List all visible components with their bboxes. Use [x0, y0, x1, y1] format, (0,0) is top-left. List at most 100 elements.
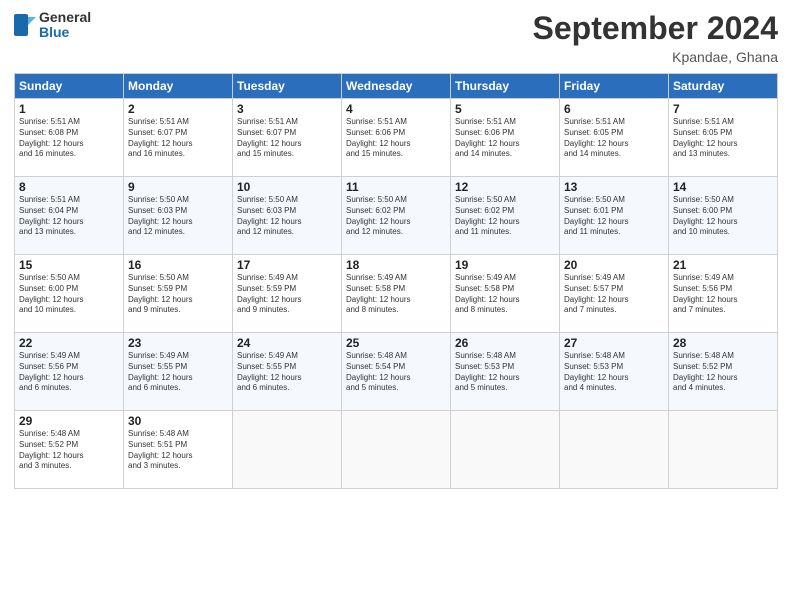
day-info: Sunrise: 5:50 AM Sunset: 6:01 PM Dayligh… [564, 195, 664, 238]
table-row: 7Sunrise: 5:51 AM Sunset: 6:05 PM Daylig… [669, 99, 778, 177]
day-number: 2 [128, 102, 228, 116]
day-number: 27 [564, 336, 664, 350]
day-info: Sunrise: 5:49 AM Sunset: 5:55 PM Dayligh… [128, 351, 228, 394]
day-number: 5 [455, 102, 555, 116]
col-wednesday: Wednesday [342, 74, 451, 99]
table-row [669, 411, 778, 489]
month-title: September 2024 [533, 10, 778, 47]
calendar-row-5: 29Sunrise: 5:48 AM Sunset: 5:52 PM Dayli… [15, 411, 778, 489]
table-row: 12Sunrise: 5:50 AM Sunset: 6:02 PM Dayli… [451, 177, 560, 255]
table-row: 8Sunrise: 5:51 AM Sunset: 6:04 PM Daylig… [15, 177, 124, 255]
col-thursday: Thursday [451, 74, 560, 99]
day-info: Sunrise: 5:50 AM Sunset: 6:00 PM Dayligh… [673, 195, 773, 238]
day-info: Sunrise: 5:49 AM Sunset: 5:59 PM Dayligh… [237, 273, 337, 316]
day-info: Sunrise: 5:49 AM Sunset: 5:55 PM Dayligh… [237, 351, 337, 394]
day-info: Sunrise: 5:51 AM Sunset: 6:05 PM Dayligh… [673, 117, 773, 160]
day-number: 19 [455, 258, 555, 272]
calendar-table: Sunday Monday Tuesday Wednesday Thursday… [14, 73, 778, 489]
day-info: Sunrise: 5:51 AM Sunset: 6:06 PM Dayligh… [455, 117, 555, 160]
day-info: Sunrise: 5:51 AM Sunset: 6:07 PM Dayligh… [237, 117, 337, 160]
day-number: 14 [673, 180, 773, 194]
day-info: Sunrise: 5:50 AM Sunset: 6:02 PM Dayligh… [455, 195, 555, 238]
day-info: Sunrise: 5:49 AM Sunset: 5:56 PM Dayligh… [673, 273, 773, 316]
table-row: 20Sunrise: 5:49 AM Sunset: 5:57 PM Dayli… [560, 255, 669, 333]
table-row: 2Sunrise: 5:51 AM Sunset: 6:07 PM Daylig… [124, 99, 233, 177]
day-number: 13 [564, 180, 664, 194]
table-row: 15Sunrise: 5:50 AM Sunset: 6:00 PM Dayli… [15, 255, 124, 333]
day-info: Sunrise: 5:48 AM Sunset: 5:52 PM Dayligh… [19, 429, 119, 472]
table-row [560, 411, 669, 489]
day-number: 16 [128, 258, 228, 272]
table-row: 19Sunrise: 5:49 AM Sunset: 5:58 PM Dayli… [451, 255, 560, 333]
day-number: 29 [19, 414, 119, 428]
table-row: 9Sunrise: 5:50 AM Sunset: 6:03 PM Daylig… [124, 177, 233, 255]
table-row: 29Sunrise: 5:48 AM Sunset: 5:52 PM Dayli… [15, 411, 124, 489]
col-sunday: Sunday [15, 74, 124, 99]
col-monday: Monday [124, 74, 233, 99]
day-number: 15 [19, 258, 119, 272]
day-number: 9 [128, 180, 228, 194]
day-info: Sunrise: 5:48 AM Sunset: 5:54 PM Dayligh… [346, 351, 446, 394]
table-row: 13Sunrise: 5:50 AM Sunset: 6:01 PM Dayli… [560, 177, 669, 255]
table-row: 24Sunrise: 5:49 AM Sunset: 5:55 PM Dayli… [233, 333, 342, 411]
day-info: Sunrise: 5:50 AM Sunset: 6:02 PM Dayligh… [346, 195, 446, 238]
table-row: 17Sunrise: 5:49 AM Sunset: 5:59 PM Dayli… [233, 255, 342, 333]
day-info: Sunrise: 5:49 AM Sunset: 5:56 PM Dayligh… [19, 351, 119, 394]
calendar-row-1: 1Sunrise: 5:51 AM Sunset: 6:08 PM Daylig… [15, 99, 778, 177]
day-number: 30 [128, 414, 228, 428]
table-row: 14Sunrise: 5:50 AM Sunset: 6:00 PM Dayli… [669, 177, 778, 255]
day-number: 1 [19, 102, 119, 116]
day-info: Sunrise: 5:48 AM Sunset: 5:53 PM Dayligh… [455, 351, 555, 394]
day-info: Sunrise: 5:50 AM Sunset: 6:03 PM Dayligh… [128, 195, 228, 238]
day-info: Sunrise: 5:48 AM Sunset: 5:53 PM Dayligh… [564, 351, 664, 394]
calendar-row-2: 8Sunrise: 5:51 AM Sunset: 6:04 PM Daylig… [15, 177, 778, 255]
day-info: Sunrise: 5:49 AM Sunset: 5:57 PM Dayligh… [564, 273, 664, 316]
day-info: Sunrise: 5:50 AM Sunset: 5:59 PM Dayligh… [128, 273, 228, 316]
table-row: 3Sunrise: 5:51 AM Sunset: 6:07 PM Daylig… [233, 99, 342, 177]
table-row: 28Sunrise: 5:48 AM Sunset: 5:52 PM Dayli… [669, 333, 778, 411]
calendar-row-4: 22Sunrise: 5:49 AM Sunset: 5:56 PM Dayli… [15, 333, 778, 411]
table-row: 4Sunrise: 5:51 AM Sunset: 6:06 PM Daylig… [342, 99, 451, 177]
day-number: 25 [346, 336, 446, 350]
page-header: General Blue September 2024 Kpandae, Gha… [14, 10, 778, 65]
day-number: 18 [346, 258, 446, 272]
day-number: 12 [455, 180, 555, 194]
day-info: Sunrise: 5:51 AM Sunset: 6:08 PM Dayligh… [19, 117, 119, 160]
table-row: 25Sunrise: 5:48 AM Sunset: 5:54 PM Dayli… [342, 333, 451, 411]
table-row [451, 411, 560, 489]
table-row: 27Sunrise: 5:48 AM Sunset: 5:53 PM Dayli… [560, 333, 669, 411]
day-info: Sunrise: 5:51 AM Sunset: 6:07 PM Dayligh… [128, 117, 228, 160]
table-row: 30Sunrise: 5:48 AM Sunset: 5:51 PM Dayli… [124, 411, 233, 489]
day-number: 4 [346, 102, 446, 116]
day-number: 22 [19, 336, 119, 350]
day-number: 10 [237, 180, 337, 194]
calendar-row-3: 15Sunrise: 5:50 AM Sunset: 6:00 PM Dayli… [15, 255, 778, 333]
col-tuesday: Tuesday [233, 74, 342, 99]
logo: General Blue [14, 10, 91, 41]
day-info: Sunrise: 5:49 AM Sunset: 5:58 PM Dayligh… [346, 273, 446, 316]
table-row: 10Sunrise: 5:50 AM Sunset: 6:03 PM Dayli… [233, 177, 342, 255]
table-row: 1Sunrise: 5:51 AM Sunset: 6:08 PM Daylig… [15, 99, 124, 177]
day-info: Sunrise: 5:49 AM Sunset: 5:58 PM Dayligh… [455, 273, 555, 316]
col-friday: Friday [560, 74, 669, 99]
day-number: 17 [237, 258, 337, 272]
day-number: 21 [673, 258, 773, 272]
day-number: 11 [346, 180, 446, 194]
title-block: September 2024 Kpandae, Ghana [533, 10, 778, 65]
day-info: Sunrise: 5:48 AM Sunset: 5:52 PM Dayligh… [673, 351, 773, 394]
location: Kpandae, Ghana [533, 49, 778, 65]
day-number: 8 [19, 180, 119, 194]
day-number: 20 [564, 258, 664, 272]
day-info: Sunrise: 5:50 AM Sunset: 6:03 PM Dayligh… [237, 195, 337, 238]
table-row: 16Sunrise: 5:50 AM Sunset: 5:59 PM Dayli… [124, 255, 233, 333]
table-row: 11Sunrise: 5:50 AM Sunset: 6:02 PM Dayli… [342, 177, 451, 255]
table-row [342, 411, 451, 489]
day-number: 28 [673, 336, 773, 350]
day-info: Sunrise: 5:50 AM Sunset: 6:00 PM Dayligh… [19, 273, 119, 316]
day-number: 24 [237, 336, 337, 350]
calendar-header-row: Sunday Monday Tuesday Wednesday Thursday… [15, 74, 778, 99]
table-row: 26Sunrise: 5:48 AM Sunset: 5:53 PM Dayli… [451, 333, 560, 411]
table-row: 6Sunrise: 5:51 AM Sunset: 6:05 PM Daylig… [560, 99, 669, 177]
col-saturday: Saturday [669, 74, 778, 99]
table-row: 21Sunrise: 5:49 AM Sunset: 5:56 PM Dayli… [669, 255, 778, 333]
